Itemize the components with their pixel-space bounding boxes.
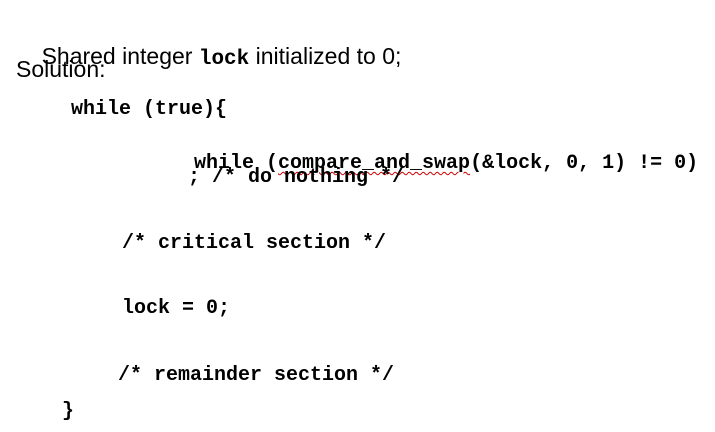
intro-code-lock: lock (198, 48, 250, 71)
code-line-outer-while: while (true){ (71, 98, 228, 121)
code-line-do-nothing: ; /* do nothing */ (188, 166, 405, 189)
intro-line-solution: Solution: (16, 56, 106, 82)
code-line-release-lock: lock = 0; (122, 297, 231, 320)
code-line-closing-brace: } (62, 400, 75, 423)
intro-text-after: initialized to 0; (249, 43, 402, 69)
inner-while-suffix: (&lock, 0, 1) != 0) (470, 152, 699, 175)
code-line-remainder-section: /* remainder section */ (118, 364, 395, 387)
code-line-critical-section: /* critical section */ (122, 232, 387, 255)
slide-page: Shared integer lock initialized to 0; So… (0, 0, 715, 432)
